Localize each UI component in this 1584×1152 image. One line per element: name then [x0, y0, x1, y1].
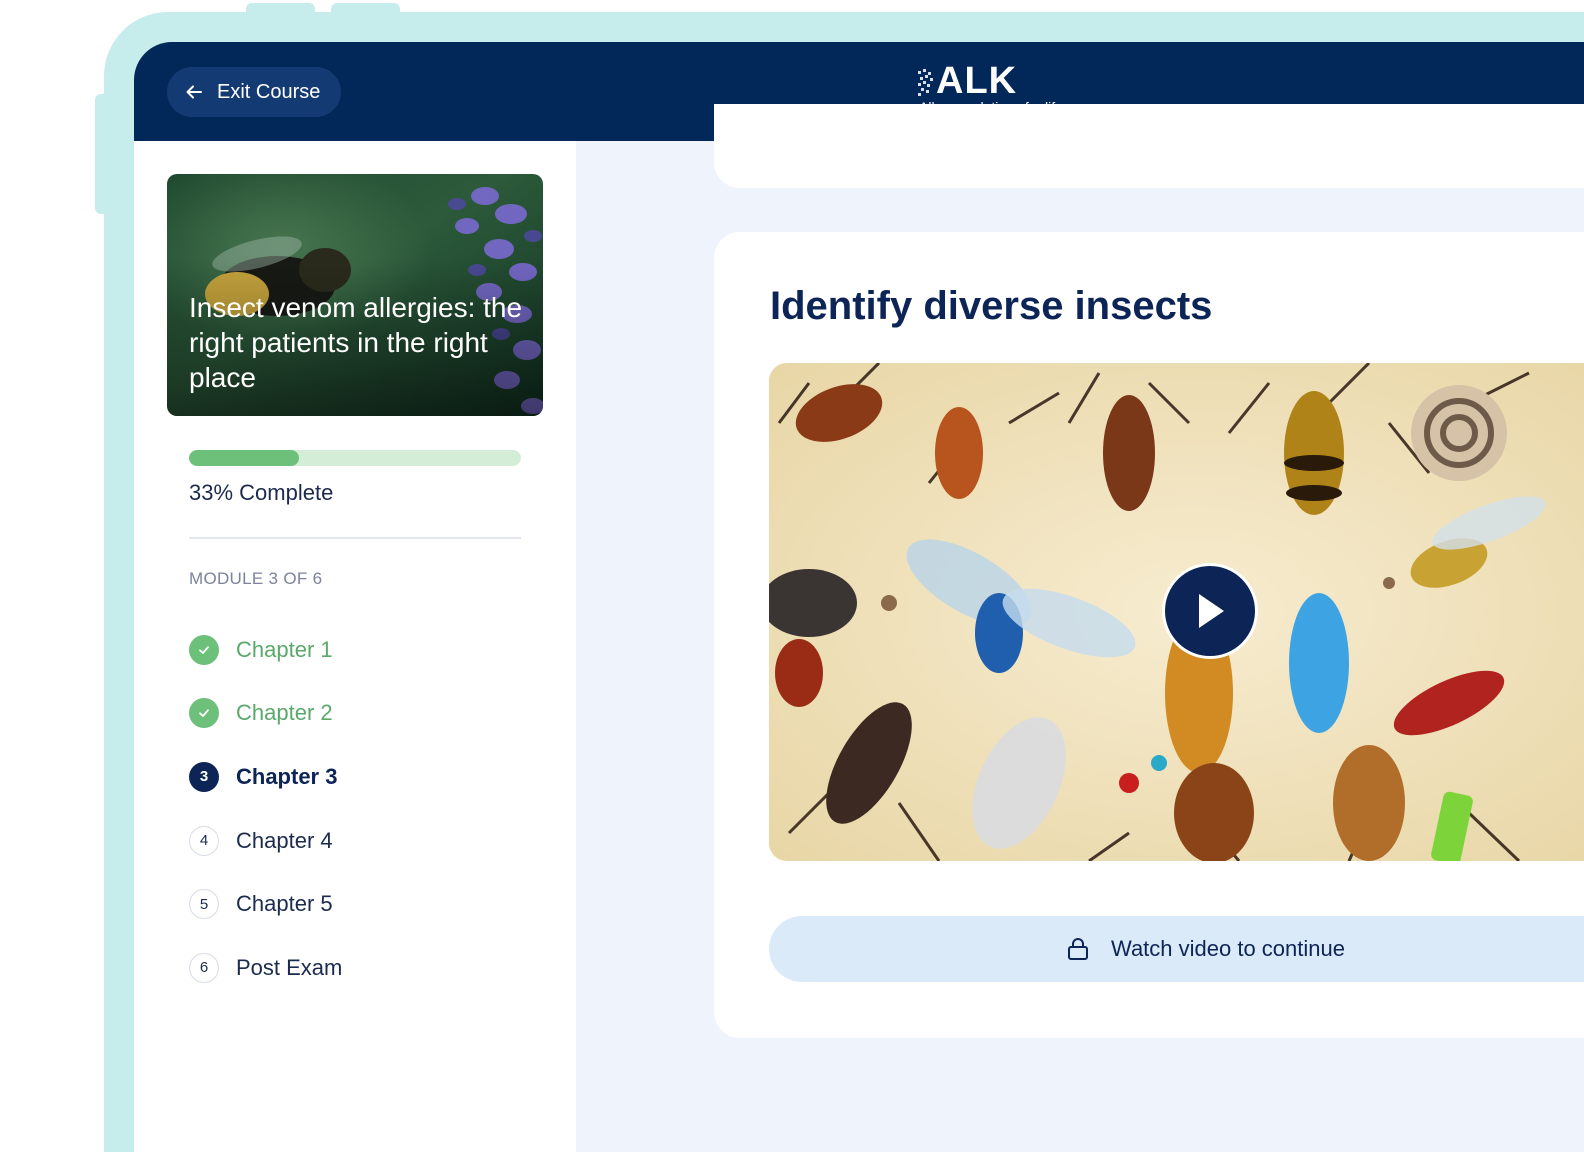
lesson-card: Identify diverse insects Watch video to …: [714, 232, 1584, 1038]
watch-video-label: Watch video to continue: [1111, 936, 1345, 961]
course-progress-bar: [189, 450, 521, 466]
lock-icon: [1068, 938, 1088, 960]
check-icon: [189, 634, 219, 665]
previous-content-card: [714, 104, 1584, 188]
module-label: MODULE 3 OF 6: [189, 569, 323, 588]
chapter-label: Chapter 3: [236, 763, 338, 789]
chapter-item-1[interactable]: Chapter 1: [189, 618, 549, 682]
lesson-title: Identify diverse insects: [770, 284, 1213, 328]
divider: [189, 537, 521, 539]
progress-label: 33% Complete: [189, 480, 334, 505]
chapter-label: Chapter 5: [236, 891, 333, 917]
chapter-label: Chapter 1: [236, 636, 333, 662]
chapter-number-badge: 3: [189, 761, 219, 792]
app-screen: Exit Course ALK Allergy solutions for li…: [134, 42, 1584, 1152]
chapter-item-2[interactable]: Chapter 2: [189, 682, 549, 746]
chapter-item-4[interactable]: 4 Chapter 4: [189, 809, 549, 873]
course-title: Insect venom allergies: the right patien…: [189, 292, 523, 393]
course-sidebar: Insect venom allergies: the right patien…: [134, 141, 576, 1152]
chapter-item-post-exam[interactable]: 6 Post Exam: [189, 936, 549, 1000]
course-progress-fill: [189, 450, 299, 466]
chapter-label: Chapter 2: [236, 700, 333, 726]
device-button: [331, 3, 400, 17]
play-button[interactable]: [1162, 563, 1258, 659]
chapter-number-badge: 5: [189, 889, 219, 920]
exit-course-button[interactable]: Exit Course: [167, 67, 341, 117]
course-hero-card: Insect venom allergies: the right patien…: [167, 174, 543, 416]
chapter-label: Chapter 4: [236, 827, 333, 853]
watch-video-to-continue-button[interactable]: Watch video to continue: [769, 916, 1584, 982]
video-player[interactable]: [769, 363, 1584, 861]
logo-wordmark: ALK: [936, 60, 1018, 102]
device-button: [95, 94, 109, 214]
exit-course-label: Exit Course: [217, 80, 321, 103]
chapter-number-badge: 6: [189, 952, 219, 983]
chapter-label: Post Exam: [236, 954, 343, 980]
chapter-item-5[interactable]: 5 Chapter 5: [189, 872, 549, 936]
device-button: [246, 3, 315, 17]
chapter-number-badge: 4: [189, 825, 219, 856]
chapter-list: Chapter 1 Chapter 2 3 Chapter 3 4 Chapte…: [189, 618, 549, 1000]
arrow-left-icon: [186, 85, 202, 99]
check-icon: [189, 698, 219, 729]
play-icon: [1199, 594, 1224, 628]
chapter-item-3[interactable]: 3 Chapter 3: [189, 745, 549, 809]
